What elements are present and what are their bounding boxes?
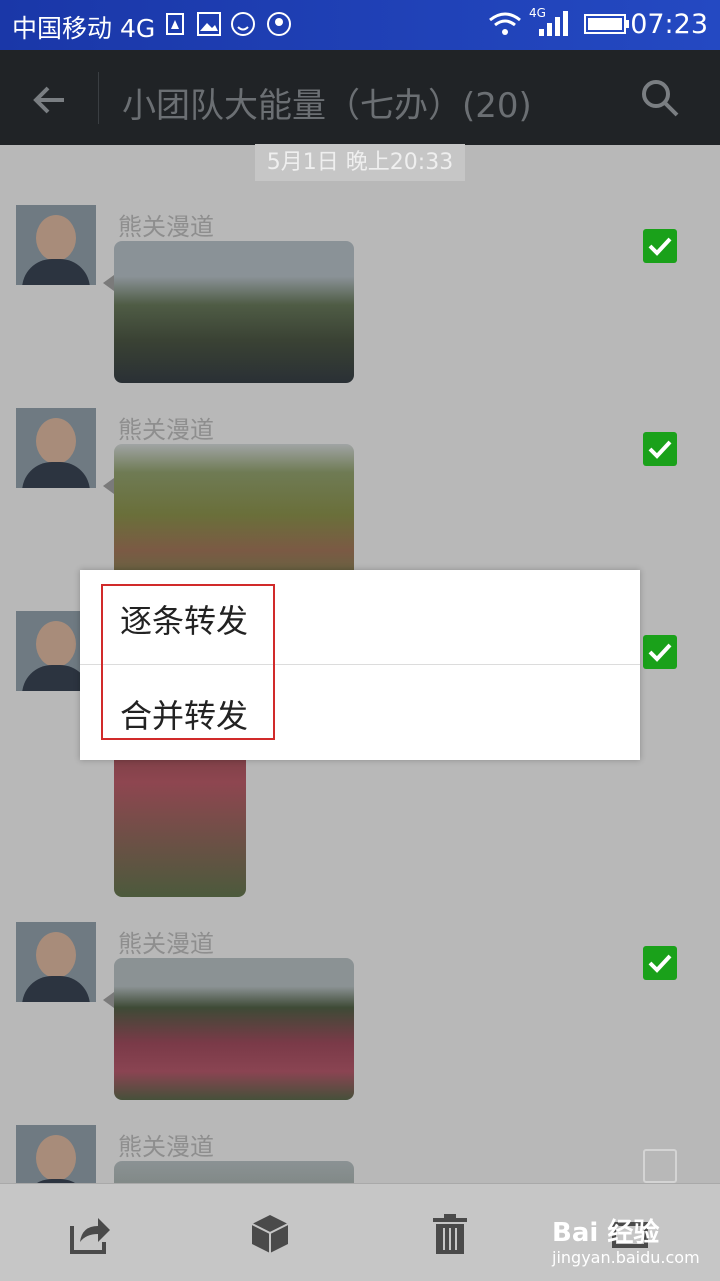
date-divider: 5月1日 晚上20:33 xyxy=(255,144,465,181)
wifi-icon xyxy=(489,12,521,35)
app-bar: 小团队大能量（七办）(20) xyxy=(0,50,720,145)
chat-message: 熊关漫道 xyxy=(0,205,720,405)
avatar[interactable] xyxy=(16,205,96,285)
search-icon[interactable] xyxy=(640,78,680,118)
message-checkbox[interactable] xyxy=(643,1149,677,1183)
signal-icon xyxy=(539,11,568,36)
face-icon xyxy=(231,12,255,36)
sender-name: 熊关漫道 xyxy=(118,1133,214,1161)
clock: 07:23 xyxy=(630,9,708,40)
sender-name: 熊关漫道 xyxy=(118,930,214,958)
chat-message: 熊关漫道 xyxy=(0,1125,720,1183)
box-icon[interactable] xyxy=(248,1212,292,1256)
photo-green-hill[interactable] xyxy=(114,444,354,586)
avatar[interactable] xyxy=(16,1125,96,1183)
checkmark-icon xyxy=(648,237,672,256)
sim-alert-icon xyxy=(166,13,184,35)
annotation-highlight-box xyxy=(101,584,275,740)
avatar[interactable] xyxy=(16,408,96,488)
message-checkbox[interactable] xyxy=(643,229,677,263)
trash-icon[interactable] xyxy=(428,1212,472,1256)
app-bar-divider xyxy=(98,72,99,124)
battery-icon xyxy=(584,14,629,34)
checkmark-icon xyxy=(648,440,672,459)
chat-title: 小团队大能量（七办）(20) xyxy=(122,86,532,126)
photo-azalea-field[interactable] xyxy=(114,958,354,1100)
sender-name: 熊关漫道 xyxy=(118,416,214,444)
watermark-url: jingyan.baidu.com xyxy=(552,1248,700,1267)
share-icon[interactable] xyxy=(68,1212,112,1256)
back-arrow-icon[interactable] xyxy=(28,78,72,122)
carrier-label: 中国移动 4G xyxy=(12,14,156,43)
message-checkbox[interactable] xyxy=(643,946,677,980)
photo-landscape[interactable] xyxy=(114,1161,354,1183)
message-checkbox[interactable] xyxy=(643,432,677,466)
image-icon xyxy=(197,12,221,36)
assistant-icon xyxy=(267,12,291,36)
message-checkbox[interactable] xyxy=(643,635,677,669)
avatar[interactable] xyxy=(16,922,96,1002)
checkmark-icon xyxy=(648,643,672,662)
sender-name: 熊关漫道 xyxy=(118,213,214,241)
chat-message: 熊关漫道 xyxy=(0,922,720,1122)
photo-mountain-rocks[interactable] xyxy=(114,241,354,383)
watermark-brand: Bai 经验 xyxy=(552,1218,660,1248)
status-bar: 中国移动 4G 4G 07:23 xyxy=(0,0,720,50)
checkmark-icon xyxy=(648,954,672,973)
